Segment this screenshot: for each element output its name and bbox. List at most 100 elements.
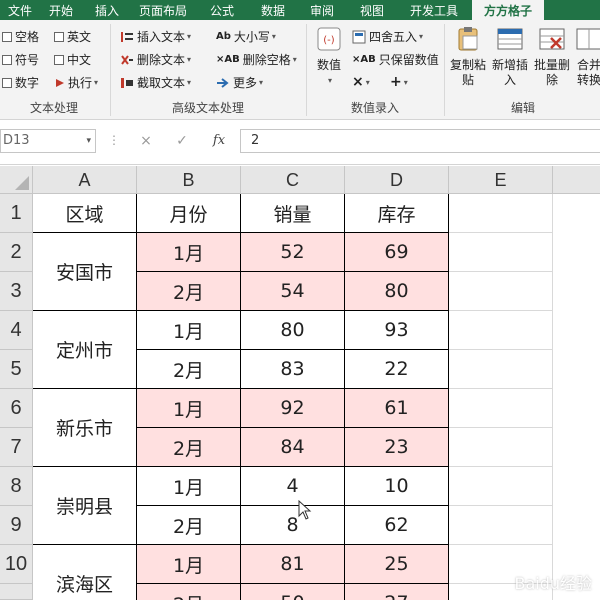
header-cell-sales[interactable]: 销量 [241, 194, 345, 233]
month-cell[interactable]: 1月 [137, 545, 241, 584]
sales-cell[interactable]: 8 [241, 506, 345, 545]
sales-cell[interactable]: 54 [241, 272, 345, 311]
round-button[interactable]: 四舍五入 ▾ [352, 28, 423, 45]
stock-cell[interactable]: 69 [345, 233, 449, 272]
keep-value-button[interactable]: ×AB 只保留数值 [352, 51, 439, 68]
tab-insert[interactable]: 插入 [82, 0, 132, 20]
sales-cell[interactable]: 83 [241, 350, 345, 389]
stock-cell[interactable]: 22 [345, 350, 449, 389]
region-cell[interactable]: 新乐市 [33, 389, 137, 467]
tab-review[interactable]: 审阅 [296, 0, 348, 20]
checkbox-space[interactable]: 空格 [2, 28, 39, 45]
batch-delete-button[interactable]: 批量删除 [532, 26, 572, 88]
row-header-1[interactable]: 1 [0, 194, 33, 233]
empty-cell[interactable] [449, 272, 553, 311]
row-header-11[interactable] [0, 584, 33, 600]
column-header-e[interactable]: E [449, 166, 553, 194]
month-cell[interactable]: 2月 [137, 584, 241, 600]
column-header-d[interactable]: D [345, 166, 449, 194]
row-header-5[interactable]: 5 [0, 350, 33, 389]
header-cell-stock[interactable]: 库存 [345, 194, 449, 233]
row-header-10[interactable]: 10 [0, 545, 33, 584]
row-header-2[interactable]: 2 [0, 233, 33, 272]
row-header-8[interactable]: 8 [0, 467, 33, 506]
tab-file[interactable]: 文件 [0, 0, 40, 20]
checkbox-chinese[interactable]: 中文 [54, 51, 91, 68]
stock-cell[interactable]: 80 [345, 272, 449, 311]
empty-cell[interactable] [449, 467, 553, 506]
splitter-dots-icon[interactable]: ⋮ [108, 133, 120, 147]
region-cell[interactable]: 安国市 [33, 233, 137, 311]
delete-spaces-button[interactable]: ×AB 删除空格 ▾ [216, 51, 297, 68]
multiply-button[interactable]: × ▾ [352, 74, 370, 90]
empty-cell[interactable] [449, 428, 553, 467]
name-box[interactable]: D13 ▾ [0, 129, 96, 153]
delete-text-button[interactable]: 删除文本 ▾ [120, 51, 191, 68]
select-all-corner[interactable] [0, 166, 33, 194]
month-cell[interactable]: 2月 [137, 350, 241, 389]
sales-cell[interactable]: 4 [241, 467, 345, 506]
stock-cell[interactable]: 25 [345, 545, 449, 584]
execute-button[interactable]: 执行 ▾ [54, 74, 98, 91]
month-cell[interactable]: 1月 [137, 233, 241, 272]
row-header-9[interactable]: 9 [0, 506, 33, 545]
stock-cell[interactable]: 93 [345, 311, 449, 350]
tab-page-layout[interactable]: 页面布局 [132, 0, 194, 20]
copy-paste-button[interactable]: 复制粘贴 [448, 26, 488, 88]
insert-text-button[interactable]: 插入文本 ▾ [120, 28, 191, 45]
confirm-button[interactable]: ✓ [172, 131, 192, 151]
cancel-button[interactable]: × [136, 131, 156, 151]
stock-cell[interactable]: 61 [345, 389, 449, 428]
checkbox-symbol[interactable]: 符号 [2, 51, 39, 68]
column-header-f[interactable] [553, 166, 600, 194]
chevron-down-icon[interactable]: ▾ [86, 130, 91, 152]
region-cell[interactable]: 滨海区 [33, 545, 137, 600]
month-cell[interactable]: 1月 [137, 389, 241, 428]
month-cell[interactable]: 2月 [137, 428, 241, 467]
stock-cell[interactable]: 23 [345, 428, 449, 467]
region-cell[interactable]: 崇明县 [33, 467, 137, 545]
column-header-a[interactable]: A [33, 166, 137, 194]
sales-cell[interactable]: 52 [241, 233, 345, 272]
tab-view[interactable]: 视图 [348, 0, 396, 20]
add-insert-button[interactable]: 新增插入 [490, 26, 530, 88]
merge-convert-button[interactable]: 合并转换 [574, 26, 600, 88]
stock-cell[interactable]: 10 [345, 467, 449, 506]
stock-cell[interactable]: 27 [345, 584, 449, 600]
header-cell-region[interactable]: 区域 [33, 194, 137, 233]
case-button[interactable]: Ab 大小写 ▾ [216, 28, 276, 45]
more-button[interactable]: 更多 ▾ [216, 74, 263, 91]
row-header-3[interactable]: 3 [0, 272, 33, 311]
extract-text-button[interactable]: 截取文本 ▾ [120, 74, 191, 91]
month-cell[interactable]: 2月 [137, 272, 241, 311]
row-header-4[interactable]: 4 [0, 311, 33, 350]
empty-cell[interactable] [449, 389, 553, 428]
insert-function-button[interactable]: fx [208, 131, 230, 151]
tab-data[interactable]: 数据 [250, 0, 296, 20]
checkbox-english[interactable]: 英文 [54, 28, 91, 45]
empty-cell[interactable] [449, 506, 553, 545]
region-cell[interactable]: 定州市 [33, 311, 137, 389]
empty-cell[interactable] [449, 194, 553, 233]
column-header-c[interactable]: C [241, 166, 345, 194]
tab-fangfanggezi[interactable]: 方方格子 [472, 0, 544, 20]
stock-cell[interactable]: 62 [345, 506, 449, 545]
sales-cell[interactable]: 50 [241, 584, 345, 600]
empty-cell[interactable] [449, 311, 553, 350]
month-cell[interactable]: 2月 [137, 506, 241, 545]
tab-developer[interactable]: 开发工具 [396, 0, 472, 20]
month-cell[interactable]: 1月 [137, 467, 241, 506]
month-cell[interactable]: 1月 [137, 311, 241, 350]
row-header-6[interactable]: 6 [0, 389, 33, 428]
add-button[interactable]: + ▾ [390, 74, 408, 90]
header-cell-month[interactable]: 月份 [137, 194, 241, 233]
column-header-b[interactable]: B [137, 166, 241, 194]
tab-formulas[interactable]: 公式 [194, 0, 250, 20]
tab-home[interactable]: 开始 [40, 0, 82, 20]
sales-cell[interactable]: 80 [241, 311, 345, 350]
empty-cell[interactable] [449, 350, 553, 389]
checkbox-number[interactable]: 数字 [2, 74, 39, 91]
empty-cell[interactable] [449, 233, 553, 272]
value-button[interactable]: (-) 数值 ▾ [310, 26, 348, 88]
row-header-7[interactable]: 7 [0, 428, 33, 467]
